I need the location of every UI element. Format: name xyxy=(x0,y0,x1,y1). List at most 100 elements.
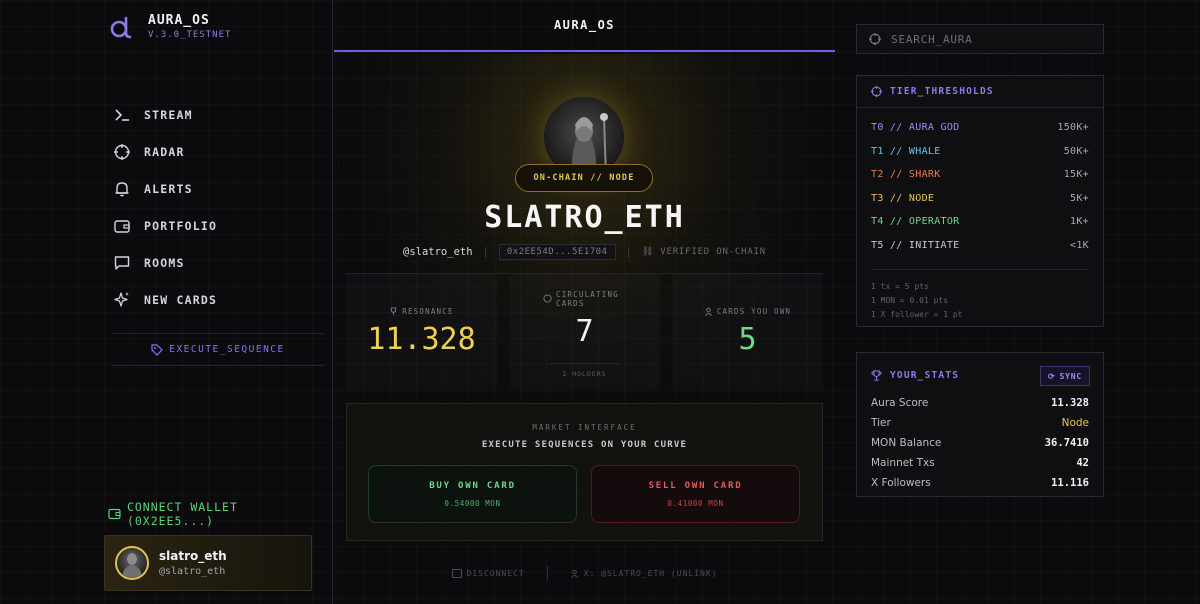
nav-label: RADAR xyxy=(144,144,185,159)
wallet-address[interactable]: 0x2EE54D...5E1704 xyxy=(498,244,616,260)
tier-row: T3 // NODE 5K+ xyxy=(871,193,1089,217)
tier-thresholds-title: TIER_THRESHOLDS xyxy=(890,86,994,97)
tier-row: T5 // INITIATE <1K xyxy=(871,240,1089,264)
divider: | xyxy=(482,246,489,258)
divider xyxy=(546,566,548,580)
sell-own-card-button[interactable]: SELL OWN CARD 0.41000 MON xyxy=(591,465,800,523)
sync-button[interactable]: ⟳ SYNC xyxy=(1040,366,1090,386)
user-card[interactable]: slatro_eth @slatro_eth xyxy=(104,535,312,591)
disconnect-label: DISCONNECT xyxy=(466,568,525,578)
logo-icon xyxy=(110,16,132,39)
sell-label: SELL OWN CARD xyxy=(648,480,743,491)
link-icon: ⛓ xyxy=(641,247,655,257)
stats-row: RESONANCE 11.328 CIRCULATING CARDS 7 2 H… xyxy=(346,273,823,389)
avatar xyxy=(115,546,149,580)
connect-label: CONNECT WALLET (0X2EE5...) xyxy=(126,500,238,528)
sell-price: 0.41000 MON xyxy=(667,498,724,508)
x-link-label: X: @SLATRO_ETH (UNLINK) xyxy=(583,568,718,578)
wallet-icon xyxy=(451,568,462,578)
right-panel: TIER_THRESHOLDS T0 // AURA GOD 150K+ T1 /… xyxy=(856,0,1104,604)
search-input[interactable] xyxy=(891,32,1091,46)
nav-item-rooms[interactable]: ROOMS xyxy=(112,244,322,281)
stat-row: Tier Node xyxy=(871,417,1089,437)
nav-label: NEW CARDS xyxy=(144,292,218,307)
user-handle: @slatro_eth xyxy=(159,566,226,577)
tier-value: 50K+ xyxy=(1063,145,1089,157)
wallet-icon xyxy=(112,216,132,236)
nav-item-stream[interactable]: STREAM xyxy=(112,96,322,133)
owned-label-wrap: CARDS YOU OWN xyxy=(704,307,791,316)
your-stats-list: Aura Score 11.328 Tier Node MON Balance 36.… xyxy=(857,397,1103,497)
profile-handle: @slatro_eth xyxy=(403,246,473,258)
app-version: V.3.0_TESTNET xyxy=(148,30,232,40)
nav-item-alerts[interactable]: ALERTS xyxy=(112,170,322,207)
nav-item-new-cards[interactable]: NEW CARDS xyxy=(112,281,322,318)
stat-key: X Followers xyxy=(871,477,931,489)
stat-key: MON Balance xyxy=(871,437,942,449)
sparkle-icon xyxy=(112,290,132,310)
trophy-icon xyxy=(871,369,882,381)
your-stats-panel: YOUR_STATS ⟳ SYNC Aura Score 11.328 Tier N… xyxy=(856,352,1104,497)
market-title: MARKET INTERFACE xyxy=(532,423,637,432)
tier-note: 1 tx = 5 pts xyxy=(871,282,929,291)
footer-actions: DISCONNECT X: @SLATRO_ETH (UNLINK) xyxy=(334,566,835,580)
circulating-label: CIRCULATING CARDS xyxy=(556,289,619,308)
nav-label: STREAM xyxy=(144,107,193,122)
owned-value: 5 xyxy=(738,322,757,357)
tier-note: 1 X follower = 1 pt xyxy=(871,310,963,319)
bell-icon xyxy=(112,179,132,199)
tier-value: 5K+ xyxy=(1070,192,1089,204)
main-nav: STREAM RADAR ALERTS PORTFOLIO ROOMS NEW … xyxy=(112,96,322,318)
crosshair-icon xyxy=(112,142,132,162)
tier-label: T0 // AURA GOD xyxy=(871,122,960,133)
market-interface: MARKET INTERFACE EXECUTE SEQUENCES ON YO… xyxy=(346,403,823,541)
disconnect-button[interactable]: DISCONNECT xyxy=(451,568,525,578)
tier-label: T2 // SHARK xyxy=(871,169,941,180)
nav-label: PORTFOLIO xyxy=(144,218,218,233)
circulating-value: 7 xyxy=(575,313,594,349)
execute-sequence-button[interactable]: EXECUTE_SEQUENCE xyxy=(112,333,324,366)
tier-thresholds-header: TIER_THRESHOLDS xyxy=(857,76,1103,108)
clock-icon xyxy=(543,294,552,303)
tier-label: T4 // OPERATOR xyxy=(871,216,960,227)
nav-item-portfolio[interactable]: PORTFOLIO xyxy=(112,207,322,244)
terminal-icon xyxy=(112,105,132,125)
tier-label: T5 // INITIATE xyxy=(871,239,960,251)
sync-label: SYNC xyxy=(1059,371,1082,381)
tier-thresholds-panel: TIER_THRESHOLDS T0 // AURA GOD 150K+ T1 /… xyxy=(856,75,1104,327)
sidebar: AURA_OS V.3.0_TESTNET STREAM RADAR ALERT… xyxy=(0,0,333,604)
verified-label: ⛓ VERIFIED ON-CHAIN xyxy=(642,247,766,257)
your-stats-title: YOUR_STATS xyxy=(890,369,960,381)
resonance-label: RESONANCE xyxy=(402,307,454,316)
identity-row: @slatro_eth | 0x2EE54D...5E1704 | ⛓ VERI… xyxy=(334,244,835,260)
nav-item-radar[interactable]: RADAR xyxy=(112,133,322,170)
crosshair-icon xyxy=(869,33,881,45)
stat-row: Mainnet Txs 42 xyxy=(871,457,1089,477)
buy-label: BUY OWN CARD xyxy=(429,480,516,491)
refresh-icon: ⟳ xyxy=(1048,371,1056,381)
user-name: slatro_eth xyxy=(159,549,227,563)
crosshair-icon xyxy=(871,86,882,97)
owned-stat: CARDS YOU OWN 5 xyxy=(672,274,823,390)
nav-label: ROOMS xyxy=(144,255,185,270)
profile-view: AURA_OS ON-CHAIN // NODE SLATRO_ETH @sla… xyxy=(334,0,835,604)
tier-row: T0 // AURA GOD 150K+ xyxy=(871,122,1089,146)
holders-count: 2 HOLDERS xyxy=(549,363,620,378)
buy-price: 0.54000 MON xyxy=(444,498,501,508)
unlink-x-button[interactable]: X: @SLATRO_ETH (UNLINK) xyxy=(570,569,718,578)
resonance-label-wrap: RESONANCE xyxy=(389,307,453,316)
tier-row: T4 // OPERATOR 1K+ xyxy=(871,216,1089,240)
circulating-stat: CIRCULATING CARDS 7 2 HOLDERS xyxy=(509,274,660,390)
stat-value: Node xyxy=(1061,417,1089,429)
user-icon xyxy=(704,307,712,316)
tier-badge: ON-CHAIN // NODE xyxy=(515,164,653,192)
buy-own-card-button[interactable]: BUY OWN CARD 0.54000 MON xyxy=(368,465,577,523)
profile-name: SLATRO_ETH xyxy=(484,200,685,235)
resonance-value: 11.328 xyxy=(367,322,476,357)
tier-row: T1 // WHALE 50K+ xyxy=(871,146,1089,170)
connect-wallet-button[interactable]: CONNECT WALLET (0X2EE5...) xyxy=(108,500,332,528)
stat-key: Mainnet Txs xyxy=(871,457,935,469)
nav-label: ALERTS xyxy=(144,181,193,196)
execute-label: EXECUTE_SEQUENCE xyxy=(169,344,285,355)
user-icon xyxy=(570,569,578,578)
